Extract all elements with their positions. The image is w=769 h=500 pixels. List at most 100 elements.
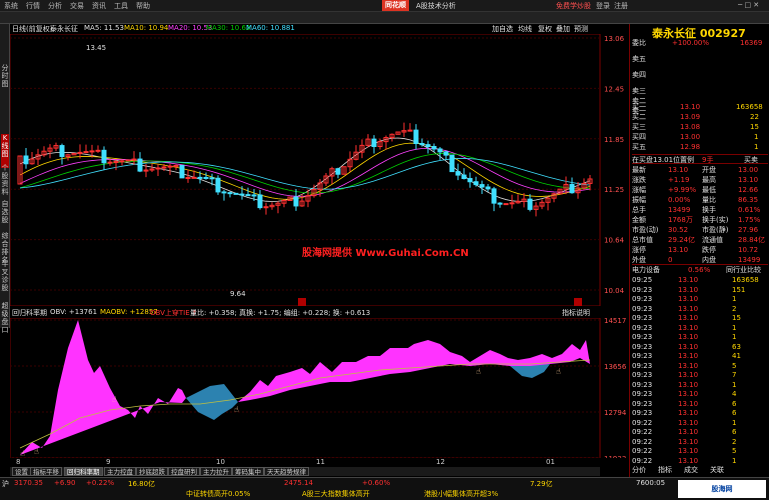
tick-row: 09:23 13.10 1 [632, 295, 737, 303]
y-tick-label: 13.06 [604, 35, 625, 43]
tab-judge[interactable]: 控盘研判 [168, 467, 200, 476]
stat-row: 市盈(动) 30.52 市盈(静) 27.96 [632, 226, 759, 234]
x-axis: 8 9 10 11 12 01 [10, 458, 600, 467]
buy-row: 买二 13.09 22 [632, 113, 759, 121]
stat-row: 涨跌 +1.19 最高 13.10 [632, 176, 759, 184]
menu-tools[interactable]: 工具 [114, 1, 128, 11]
candle-body [449, 154, 455, 173]
menu-news[interactable]: 资讯 [92, 1, 106, 11]
y-tick-label: 14517 [604, 318, 626, 325]
login-link[interactable]: 登录 [596, 1, 610, 11]
tab-trend[interactable]: 天天趋势规律 [264, 467, 309, 476]
nav-kline[interactable]: K线图 [1, 134, 9, 168]
buy-row: 买一 13.10 163658 [632, 103, 763, 111]
left-nav: 分时图 K线图 个股资料 自选股 综合排名 牛叉诊股 超级盘口 [0, 24, 10, 334]
add-watch-btn[interactable]: 加自选 [492, 24, 513, 34]
sz-volume: 7.29亿 [530, 480, 553, 488]
sell-4: 卖四 [632, 71, 646, 79]
x-tick: 10 [216, 458, 225, 466]
tab-settings[interactable]: 设置 [12, 467, 31, 476]
watermark: 股海网提供 Www.Guhai.Com.CN [302, 246, 469, 259]
candle-body [491, 188, 497, 204]
menu-analysis[interactable]: 分析 [48, 1, 62, 11]
candle-body [131, 158, 137, 161]
stock-name-small: 泰永长征 [50, 25, 78, 33]
menu-trade[interactable]: 交易 [70, 1, 84, 11]
y-tick-label: 12794 [604, 409, 627, 417]
nav-level2[interactable]: 超级盘口 [1, 302, 9, 336]
tab-regression[interactable]: 回归科率期 [64, 467, 103, 476]
tab-related[interactable]: 关联 [710, 465, 724, 475]
tab-shift[interactable]: 指标平移 [30, 467, 62, 476]
candle-body [227, 192, 233, 195]
candle-body [203, 176, 209, 179]
window-title: A股技术分析 [416, 2, 456, 10]
quote-bottom-tabs: 分价 指标 成交 关联 [632, 465, 768, 475]
tab-bottom[interactable]: 抄底超跌 [136, 467, 168, 476]
ma-btn[interactable]: 均线 [518, 24, 532, 34]
tab-control[interactable]: 主力控盘 [104, 467, 136, 476]
hand-icon: ☝ [476, 367, 481, 376]
candle-body [293, 196, 299, 207]
candle-body [503, 203, 509, 206]
sh-pct: +0.22% [86, 479, 115, 487]
indicator-extra: 量比: +0.358; 真换: +1.75; 编组: +0.228; 换: +0… [190, 309, 371, 317]
tab-indicator[interactable]: 指标 [658, 465, 672, 475]
obv-chart[interactable]: 14517 13656 12794 11933 ☝ ☝ ☝ ☝ ☝ ☝ [10, 318, 629, 458]
candle-body [443, 151, 449, 156]
tab-lift[interactable]: 主力拉升 [200, 467, 232, 476]
candle-body [95, 149, 101, 152]
nav-profile[interactable]: 个股资料 [1, 164, 9, 198]
register-link[interactable]: 注册 [614, 1, 628, 11]
nav-timeshare[interactable]: 分时图 [1, 64, 9, 98]
menu-system[interactable]: 系统 [4, 1, 18, 11]
ma60-line [19, 137, 591, 202]
app-logo: 同花顺 [382, 0, 409, 11]
sh-change: +6.90 [54, 479, 76, 487]
candle-body [137, 158, 143, 172]
indicator-help-btn[interactable]: 指标说明 [562, 308, 590, 318]
news-3[interactable]: 港股小幅集体高开超3% [424, 489, 498, 499]
overlay-btn[interactable]: 叠加 [556, 24, 570, 34]
quote-subtab[interactable]: 9手 [702, 155, 713, 165]
predict-btn[interactable]: 预测 [574, 24, 588, 34]
tick-row: 09:22 13.10 2 [632, 437, 737, 446]
quote-panel: 泰永长征 002927 委比 +100.00% 16369 卖五 卖四 卖三 卖… [629, 24, 769, 477]
price-chart[interactable]: 13.06 12.45 11.85 11.25 10.64 10.04 13.45 9.6… [10, 34, 629, 306]
learn-link[interactable]: 免费学炒股 [556, 1, 591, 11]
hand-icon: ☝ [112, 395, 117, 404]
news-2[interactable]: A股三大指数集体高开 [302, 489, 370, 499]
period-label[interactable]: 日线(前复权) [12, 24, 52, 34]
candle-body [191, 176, 197, 179]
tab-price[interactable]: 分价 [632, 465, 646, 475]
candle-body [437, 148, 443, 153]
candle-body [233, 192, 239, 195]
tick-list: 09:25 13.10 163658 09:23 13.10 151 09:23 13.10 1… [630, 275, 769, 465]
tick-row: 09:23 13.10 15 [632, 314, 741, 322]
nav-diagnose[interactable]: 牛叉诊股 [1, 260, 9, 294]
indicator-header: 回归科率期 OBV: +13761 MAOBV: +12857 OBV上穿TIE… [10, 308, 600, 318]
news-1[interactable]: 中证转债高开0.05% [186, 489, 250, 499]
quote-subtab[interactable]: 买卖 [744, 155, 758, 165]
candle-body [263, 206, 269, 209]
nav-watchlist[interactable]: 自选股 [1, 200, 9, 230]
tab-deal[interactable]: 成交 [684, 465, 698, 475]
candles [17, 122, 593, 217]
tab-chips[interactable]: 筹码集中 [232, 467, 264, 476]
candle-body [167, 165, 173, 168]
hand-icon: ☝ [556, 367, 561, 376]
stat-row: 总市值 29.24亿 流通值 28.84亿 [632, 236, 766, 244]
x-tick: 01 [546, 458, 555, 466]
restore-btn[interactable]: 复权 [538, 24, 552, 34]
indicator-name[interactable]: 回归科率期 [12, 308, 47, 318]
sh-index: 3170.35 [14, 479, 43, 487]
window-controls[interactable]: ─ □ ✕ [738, 1, 759, 9]
buy-row: 买四 13.00 1 [632, 133, 759, 141]
menu-help[interactable]: 帮助 [136, 1, 150, 11]
quote-subtab[interactable]: 在买盘13.01位置例 [632, 156, 694, 164]
marker-xi [574, 298, 582, 306]
tick-row: 09:23 13.10 63 [632, 342, 741, 351]
y-tick-label: 10.64 [604, 237, 625, 245]
peer-compare-link[interactable]: 同行业比较 [726, 265, 761, 275]
menu-quote[interactable]: 行情 [26, 1, 40, 11]
